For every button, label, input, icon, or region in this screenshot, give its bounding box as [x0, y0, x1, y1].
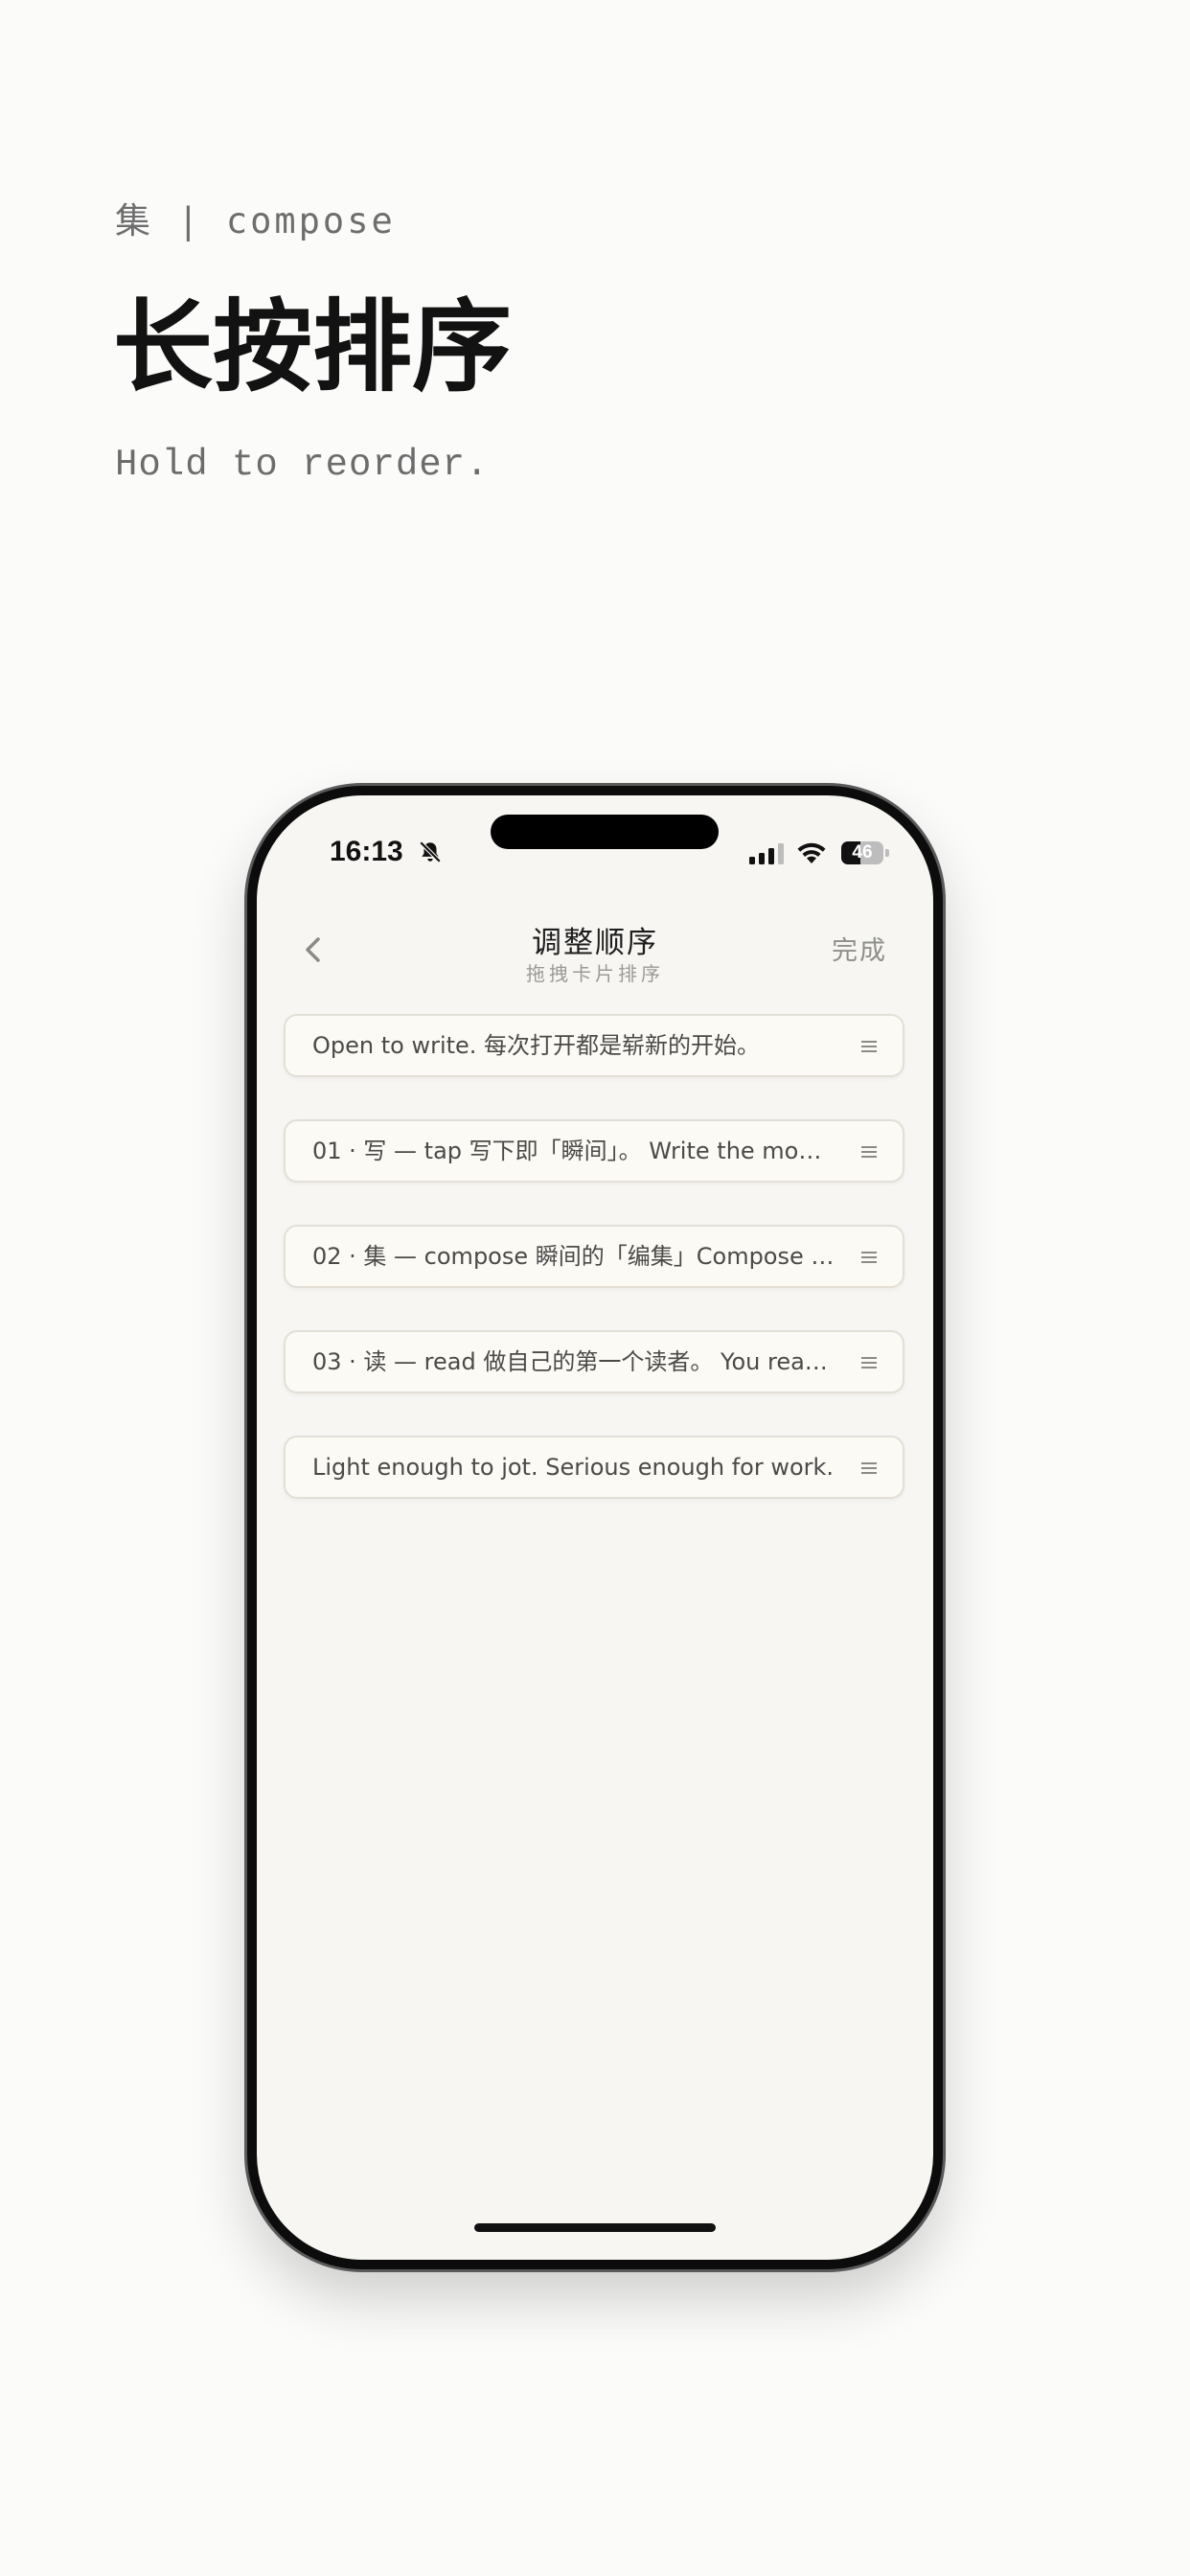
drag-handle-icon[interactable] [860, 1250, 878, 1265]
status-time: 16:13 [330, 836, 403, 867]
reorder-card-list: Open to write. 每次打开都是崭新的开始。 01 · 写 — tap… [284, 1014, 904, 1541]
drag-handle-icon[interactable] [860, 1039, 878, 1054]
app-kicker: 集 | compose [115, 200, 396, 242]
home-indicator[interactable] [474, 2223, 716, 2232]
reorder-card[interactable]: Light enough to jot. Serious enough for … [284, 1436, 904, 1499]
drag-handle-icon[interactable] [860, 1460, 878, 1476]
headline: 长按排序 [113, 288, 513, 405]
wifi-icon [797, 842, 826, 863]
reorder-card[interactable]: 03 · 读 — read 做自己的第一个读者。 You read what y… [284, 1330, 904, 1393]
card-text: Open to write. 每次打开都是崭新的开始。 [312, 1032, 761, 1059]
drag-handle-icon[interactable] [860, 1355, 878, 1370]
dynamic-island [491, 815, 719, 849]
card-text: Light enough to jot. Serious enough for … [312, 1454, 835, 1481]
phone-frame: 16:13 46 调整顺序 拖拽卡片排序 完成 Open to write. 每… [247, 786, 943, 2269]
drag-handle-icon[interactable] [860, 1144, 878, 1160]
card-text: 02 · 集 — compose 瞬间的「编集」Compose your mom… [312, 1243, 841, 1270]
signal-icon [749, 843, 784, 864]
card-text: 01 · 写 — tap 写下即「瞬间」。 Write the moment a… [312, 1138, 841, 1164]
battery-icon: 46 [841, 841, 889, 864]
battery-level: 46 [852, 842, 873, 862]
bell-slash-icon [419, 840, 442, 863]
reorder-card[interactable]: Open to write. 每次打开都是崭新的开始。 [284, 1014, 904, 1077]
done-button[interactable]: 完成 [832, 930, 887, 967]
reorder-card[interactable]: 02 · 集 — compose 瞬间的「编集」Compose your mom… [284, 1225, 904, 1288]
card-text: 03 · 读 — read 做自己的第一个读者。 You read what y… [312, 1348, 841, 1375]
reorder-card[interactable]: 01 · 写 — tap 写下即「瞬间」。 Write the moment a… [284, 1119, 904, 1183]
tagline: Hold to reorder. [115, 444, 490, 486]
